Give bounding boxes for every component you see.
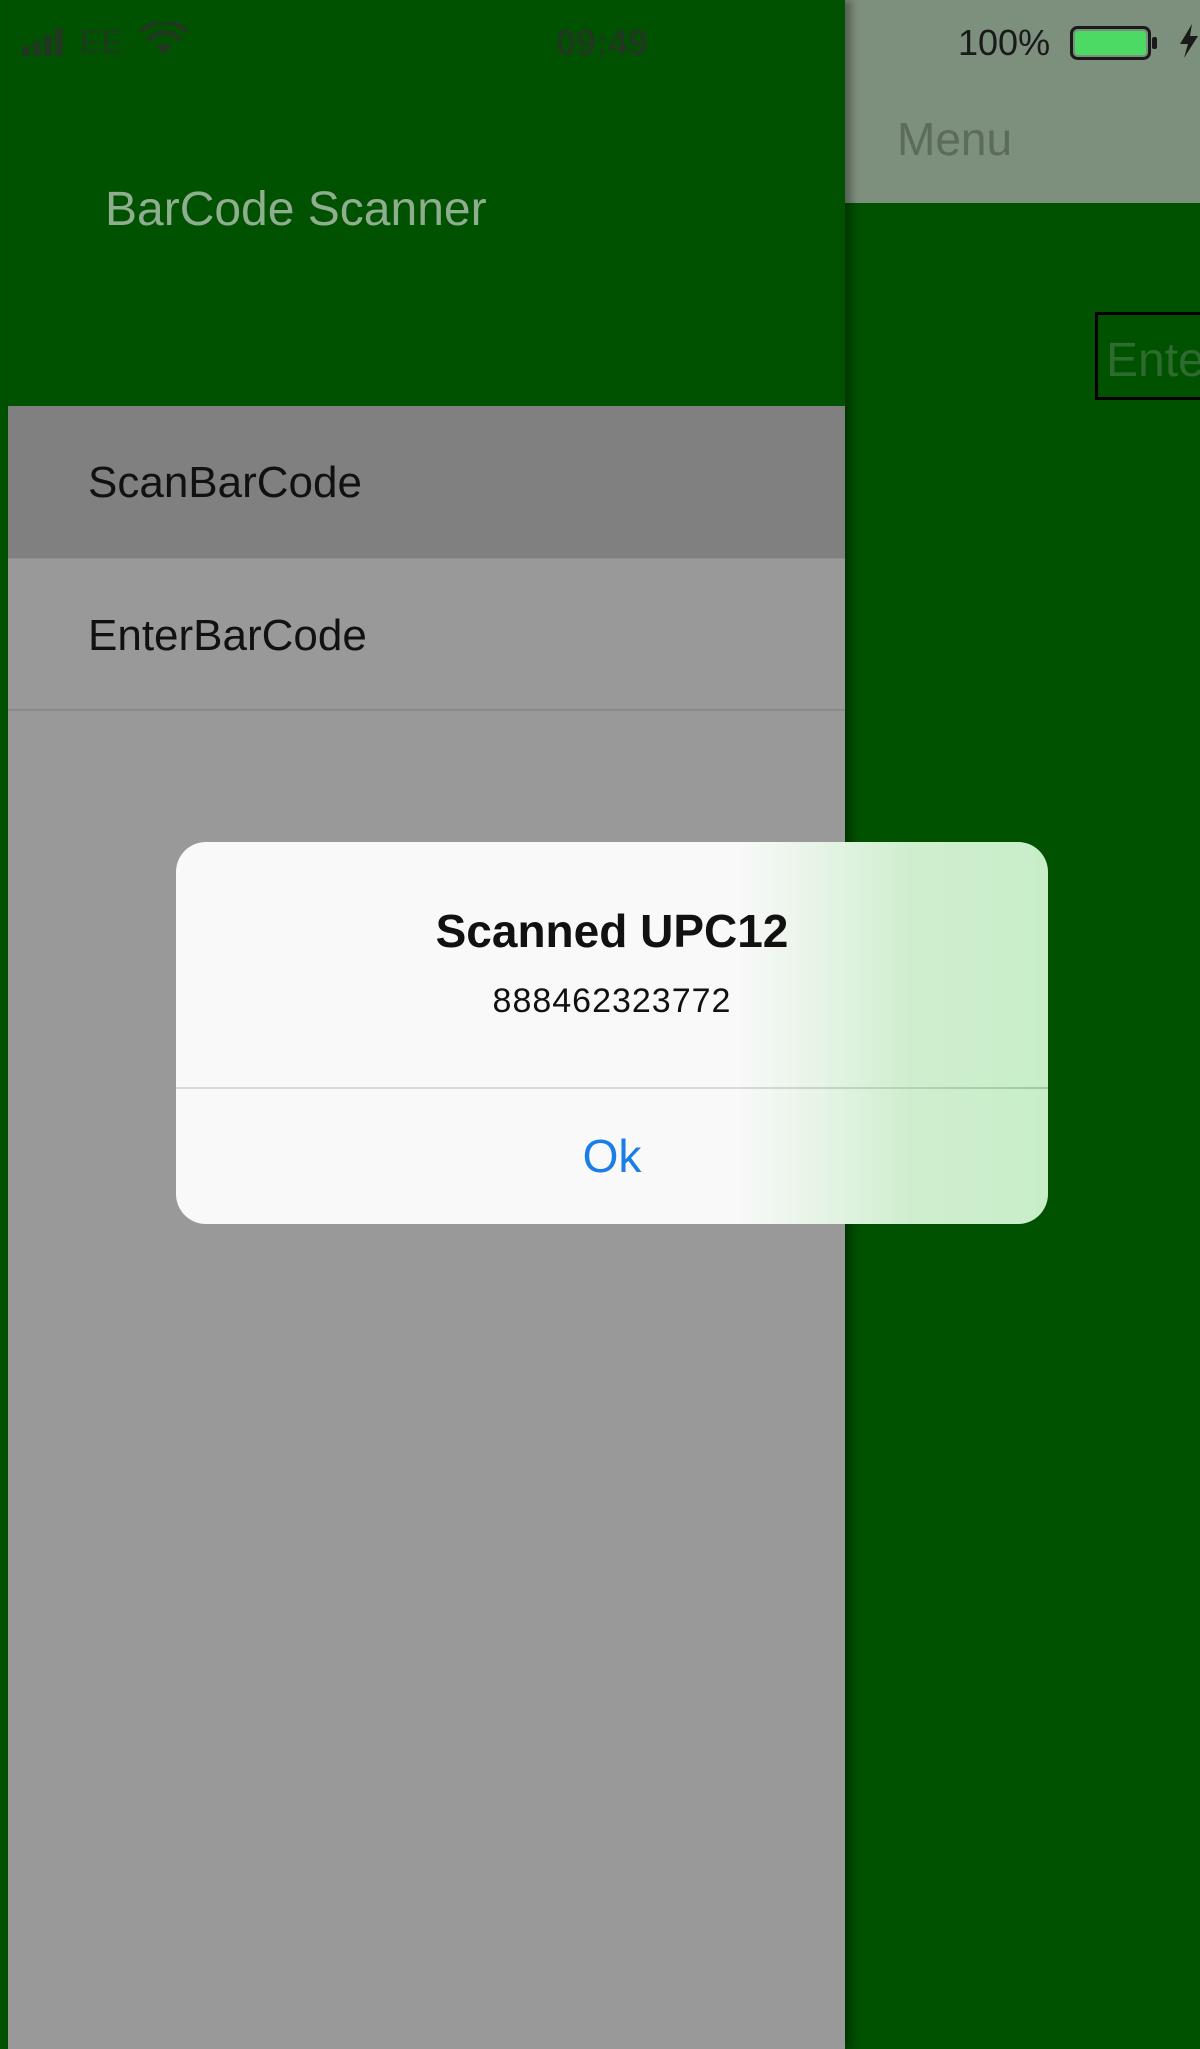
charging-bolt-icon [1180, 24, 1198, 58]
carrier-name: EE [80, 24, 123, 60]
battery-percentage: 100% [958, 22, 1051, 63]
status-bar-time: 09:49 [556, 22, 649, 63]
battery-icon [1070, 26, 1157, 60]
alert-title: Scanned UPC12 [435, 905, 789, 957]
signal-strength-icon [22, 28, 63, 56]
scan-result-alert: Scanned UPC12 888462323772 Ok [176, 842, 1048, 1224]
battery-level-fill [1075, 31, 1146, 55]
ok-button[interactable]: Ok [176, 1089, 1048, 1224]
wifi-icon [140, 22, 188, 55]
phone-screen: Menu Enter BarCode Scanner ScanBarCode E… [0, 0, 1200, 2049]
status-bar: EE 09:49 100% [0, 0, 1200, 80]
alert-message: 888462323772 [492, 982, 732, 1020]
